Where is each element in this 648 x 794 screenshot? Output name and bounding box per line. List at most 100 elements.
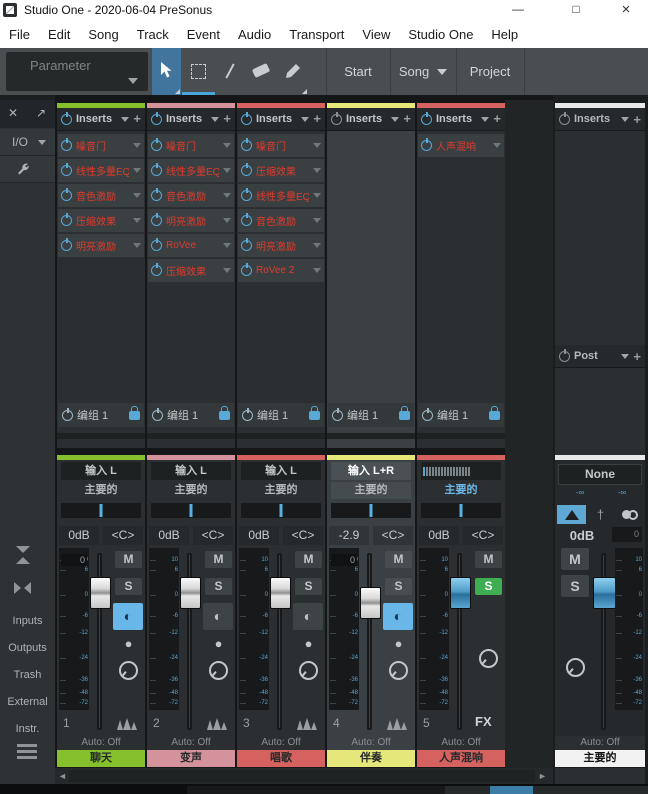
master-level-readout[interactable]: 0dB	[557, 526, 607, 545]
menu-file[interactable]: File	[0, 27, 39, 42]
pan-readout[interactable]: <C>	[283, 526, 323, 545]
pan-control[interactable]	[61, 503, 141, 518]
input-selector[interactable]: 输入 L	[151, 462, 231, 480]
input-selector[interactable]: 输入 L+R	[331, 462, 411, 480]
send-level-track[interactable]	[417, 433, 505, 439]
power-icon[interactable]	[241, 265, 252, 276]
send-level-track[interactable]	[327, 433, 415, 439]
master-inserts-header[interactable]: Inserts +	[555, 108, 645, 131]
insert-slot[interactable]: 噪音门	[238, 134, 324, 157]
insert-slot[interactable]: 线性多量EQ	[148, 159, 234, 182]
insert-slot[interactable]: 音色激励	[238, 209, 324, 232]
scroll-right-icon[interactable]: ►	[538, 771, 547, 781]
setup-row[interactable]	[0, 156, 55, 183]
power-icon[interactable]	[151, 140, 162, 151]
input-gain-knob[interactable]	[479, 649, 498, 668]
fader-handle[interactable]	[270, 577, 291, 609]
power-icon[interactable]	[61, 215, 72, 226]
power-icon[interactable]	[151, 265, 162, 276]
add-insert-icon[interactable]: +	[633, 112, 641, 127]
insert-slot[interactable]: 明亮激励	[148, 209, 234, 232]
mute-button[interactable]: M	[385, 551, 412, 568]
automation-mode[interactable]: Auto: Off	[417, 736, 505, 750]
chevron-down-icon[interactable]	[133, 243, 141, 248]
menu-edit[interactable]: Edit	[39, 27, 79, 42]
power-icon[interactable]	[559, 114, 570, 125]
inserts-header[interactable]: Inserts +	[417, 108, 505, 131]
fader-handle[interactable]	[180, 577, 201, 609]
chevron-down-icon[interactable]	[313, 193, 321, 198]
sidebar-item-inputs[interactable]: Inputs	[0, 608, 55, 634]
power-icon[interactable]	[421, 140, 432, 151]
power-icon[interactable]	[241, 190, 252, 201]
io-selector[interactable]: I/O	[0, 129, 55, 156]
channel-name[interactable]: 伴奏	[327, 750, 415, 767]
menu-studio-one[interactable]: Studio One	[399, 27, 482, 42]
insert-slot[interactable]: 音色激励	[148, 184, 234, 207]
chevron-down-icon[interactable]	[223, 143, 231, 148]
insert-slot[interactable]: 压缩效果	[238, 159, 324, 182]
pan-readout[interactable]: <C>	[193, 526, 233, 545]
power-icon[interactable]	[152, 410, 163, 421]
pan-readout[interactable]: <C>	[373, 526, 413, 545]
input-gain-knob[interactable]	[299, 661, 318, 680]
master-mute-button[interactable]: M	[561, 548, 589, 570]
monitor-button[interactable]: ◐	[113, 603, 143, 630]
record-arm-button[interactable]: ●	[205, 635, 232, 652]
expand-console-icon[interactable]: ↗	[36, 106, 46, 120]
channel-name[interactable]: 变声	[147, 750, 235, 767]
menu-event[interactable]: Event	[178, 27, 229, 42]
sidebar-item-external[interactable]: External	[0, 689, 55, 715]
power-icon[interactable]	[241, 165, 252, 176]
input-gain-knob[interactable]	[209, 661, 228, 680]
input-selector[interactable]: 输入 L	[241, 462, 321, 480]
mute-button[interactable]: M	[475, 551, 502, 568]
chevron-down-icon[interactable]	[481, 117, 489, 122]
mute-button[interactable]: M	[115, 551, 142, 568]
master-gain-knob[interactable]	[566, 658, 585, 677]
master-automation-mode[interactable]: Auto: Off	[555, 736, 645, 750]
mute-button[interactable]: M	[295, 551, 322, 568]
add-insert-icon[interactable]: +	[493, 114, 501, 124]
output-selector[interactable]: 主要的	[61, 482, 141, 499]
insert-slot[interactable]: RoVee	[148, 234, 234, 257]
chevron-down-icon[interactable]	[313, 218, 321, 223]
chevron-down-icon[interactable]	[313, 143, 321, 148]
insert-slot[interactable]: RoVee 2	[238, 259, 324, 282]
send-level-track[interactable]	[57, 433, 145, 439]
stereo-mode-button[interactable]	[615, 505, 644, 524]
add-insert-icon[interactable]: +	[223, 114, 231, 124]
record-arm-button[interactable]: ●	[385, 635, 412, 652]
input-selector[interactable]: 输入 L	[61, 462, 141, 480]
solo-button[interactable]: S	[205, 578, 232, 595]
power-icon[interactable]	[241, 114, 252, 125]
fader-handle[interactable]	[450, 577, 471, 609]
inserts-header[interactable]: Inserts +	[327, 108, 415, 131]
level-readout[interactable]: 0dB	[239, 526, 279, 545]
chevron-down-icon[interactable]	[223, 243, 231, 248]
peak-hold-button[interactable]: †	[586, 505, 615, 524]
monitor-button[interactable]: ◐	[383, 603, 413, 630]
split-tool-button[interactable]	[215, 48, 245, 95]
horizontal-scrollbar[interactable]: ◄ ►	[55, 768, 553, 784]
insert-slot[interactable]: 人声混响	[418, 134, 504, 157]
lock-icon[interactable]	[219, 411, 230, 420]
menu-transport[interactable]: Transport	[280, 27, 353, 42]
power-icon[interactable]	[61, 165, 72, 176]
add-insert-icon[interactable]: +	[313, 114, 321, 124]
send-slot[interactable]: 编组 1	[58, 403, 144, 427]
output-selector[interactable]: 主要的	[331, 482, 411, 499]
menu-view[interactable]: View	[353, 27, 399, 42]
solo-button[interactable]: S	[115, 578, 142, 595]
output-selector[interactable]: 主要的	[151, 482, 231, 499]
monitor-button[interactable]: ◐	[203, 603, 233, 630]
chevron-down-icon[interactable]	[493, 143, 501, 148]
channel-name[interactable]: 唱歌	[237, 750, 325, 767]
solo-button[interactable]: S	[475, 578, 502, 595]
menu-track[interactable]: Track	[128, 27, 178, 42]
master-fader-handle[interactable]	[593, 577, 616, 609]
sidebar-item-outputs[interactable]: Outputs	[0, 635, 55, 661]
add-insert-icon[interactable]: +	[403, 114, 411, 124]
fader-track[interactable]	[367, 553, 372, 730]
automation-mode[interactable]: Auto: Off	[327, 736, 415, 750]
